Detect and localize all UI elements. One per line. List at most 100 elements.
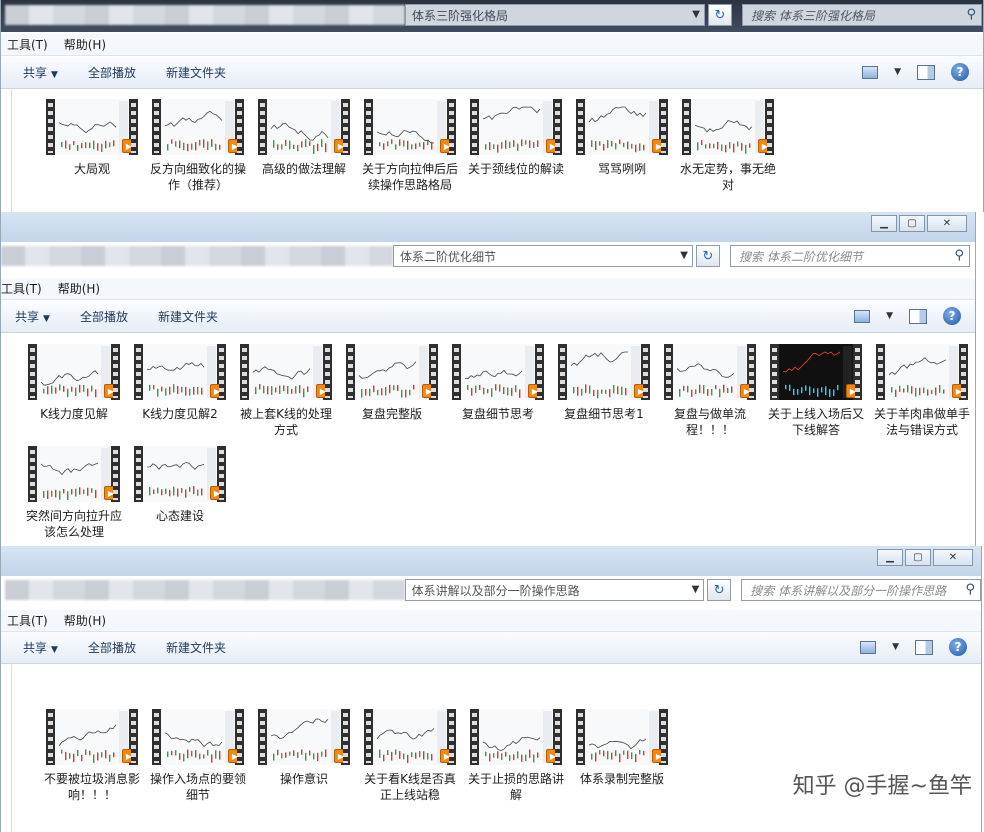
- chart-preview-bar: [387, 141, 389, 147]
- video-file-item[interactable]: ▶ K线力度见解2: [127, 344, 233, 446]
- chart-preview-bar: [725, 144, 727, 153]
- new-folder-button[interactable]: 新建文件夹: [166, 639, 226, 656]
- new-folder-button[interactable]: 新建文件夹: [158, 308, 218, 325]
- preview-pane-icon[interactable]: [909, 308, 927, 324]
- video-file-item[interactable]: ▶ 操作入场点的要领细节: [145, 709, 251, 811]
- video-file-item[interactable]: ▶ 关于羊肉串做单手法与错误方式: [869, 344, 975, 446]
- chart-preview-bar: [373, 385, 375, 393]
- refresh-icon[interactable]: ↻: [708, 4, 732, 26]
- video-file-item[interactable]: ▶ 体系录制完整版: [569, 709, 675, 811]
- change-view-icon[interactable]: [854, 309, 871, 323]
- menu-help[interactable]: 帮助(H): [58, 280, 100, 297]
- address-bar[interactable]: 体系二阶优化细节 ▼: [393, 245, 693, 267]
- menu-tools[interactable]: 工具(T): [7, 36, 48, 53]
- video-file-item[interactable]: ▶ 关于颈线位的解读: [463, 99, 569, 201]
- maximize-icon[interactable]: ▢: [905, 549, 931, 566]
- video-file-item[interactable]: ▶ 反方向细致化的操作（推荐）: [145, 99, 251, 201]
- minimize-icon[interactable]: ▁: [871, 215, 897, 232]
- video-file-item[interactable]: ▶ 被上套K线的处理方式: [233, 344, 339, 446]
- share-button[interactable]: 共享 ▼: [23, 64, 58, 81]
- chart-preview-bar: [47, 386, 49, 395]
- play-all-button[interactable]: 全部播放: [88, 64, 136, 81]
- video-file-item[interactable]: ▶ 复盘完整版: [339, 344, 445, 446]
- video-file-item[interactable]: ▶ K线力度见解: [21, 344, 127, 446]
- chart-preview-line: [146, 462, 205, 470]
- video-file-item[interactable]: ▶ 不要被垃圾消息影响！！！: [39, 709, 145, 811]
- menu-tools[interactable]: 工具(T): [7, 612, 48, 629]
- chevron-down-icon[interactable]: ▼: [692, 584, 700, 595]
- title-bar: 体系三阶强化格局 ▼ ↻ 搜索 体系三阶强化格局 ⚲: [1, 0, 983, 32]
- chart-preview-bar: [635, 753, 637, 763]
- video-file-item[interactable]: ▶ 心态建设: [127, 446, 233, 546]
- chart-preview-bar: [733, 143, 735, 153]
- video-file-item[interactable]: ▶ 关于看K线是否真正上线站稳: [357, 709, 463, 811]
- chevron-down-icon[interactable]: ▼: [680, 250, 688, 261]
- video-file-item[interactable]: ▶ 关于方向拉伸后后续操作思路格局: [357, 99, 463, 201]
- video-thumbnail: ▶: [346, 344, 438, 400]
- video-file-item[interactable]: ▶ 关于上线入场后又下线解答: [763, 344, 869, 446]
- preview-pane-icon[interactable]: [917, 64, 935, 80]
- video-file-item[interactable]: ▶ 复盘与做单流程！！！: [657, 344, 763, 446]
- refresh-icon[interactable]: ↻: [707, 579, 732, 601]
- menu-tools[interactable]: 工具(T): [1, 280, 42, 297]
- address-bar[interactable]: 体系讲解以及部分一阶操作思路 ▼: [404, 579, 705, 601]
- chevron-down-icon[interactable]: ▼: [692, 9, 700, 20]
- chart-preview-bar: [507, 387, 509, 396]
- chart-preview-bar: [181, 487, 183, 493]
- chevron-down-icon[interactable]: ▼: [886, 311, 893, 321]
- play-all-button[interactable]: 全部播放: [88, 639, 136, 656]
- close-icon[interactable]: ✕: [933, 549, 973, 566]
- preview-pane-icon[interactable]: [915, 639, 933, 655]
- file-name: 被上套K线的处理方式: [240, 407, 332, 437]
- share-button[interactable]: 共享 ▼: [23, 639, 58, 656]
- video-file-item[interactable]: ▶ 水无定势，事无绝对: [675, 99, 781, 201]
- play-all-button[interactable]: 全部播放: [80, 308, 128, 325]
- video-file-item[interactable]: ▶ 操作意识: [251, 709, 357, 811]
- change-view-icon[interactable]: [860, 640, 877, 654]
- search-icon[interactable]: ⚲: [954, 248, 964, 263]
- search-icon[interactable]: ⚲: [966, 7, 976, 22]
- close-icon[interactable]: ✕: [927, 215, 967, 232]
- chart-preview-bar: [605, 389, 607, 395]
- play-badge-icon: ▶: [440, 139, 454, 153]
- video-file-item[interactable]: ▶ 关于止损的思路讲解: [463, 709, 569, 811]
- video-file-item[interactable]: ▶ 大局观: [39, 99, 145, 201]
- video-file-item[interactable]: ▶ 复盘细节思考1: [551, 344, 657, 446]
- chart-preview-bar: [201, 387, 203, 395]
- chart-preview: [355, 344, 429, 400]
- chart-preview-bar: [279, 385, 281, 394]
- chart-preview-bar: [65, 751, 67, 761]
- address-bar[interactable]: 体系三阶强化格局 ▼: [405, 4, 705, 26]
- play-badge-icon: ▶: [104, 384, 118, 398]
- chart-preview-bar: [513, 140, 515, 147]
- menu-help[interactable]: 帮助(H): [64, 36, 106, 53]
- video-file-item[interactable]: ▶ 高级的做法理解: [251, 99, 357, 201]
- chart-preview-bar: [687, 385, 689, 393]
- video-file-item[interactable]: ▶ 复盘细节思考: [445, 344, 551, 446]
- share-button[interactable]: 共享 ▼: [15, 308, 50, 325]
- video-file-item[interactable]: ▶ 骂骂咧咧: [569, 99, 675, 201]
- search-input[interactable]: 搜索 体系三阶强化格局 ⚲: [742, 4, 982, 26]
- new-folder-button[interactable]: 新建文件夹: [166, 64, 226, 81]
- maximize-icon[interactable]: ▢: [899, 215, 925, 232]
- chevron-down-icon[interactable]: ▼: [892, 642, 899, 652]
- search-icon[interactable]: ⚲: [965, 582, 975, 597]
- video-file-item[interactable]: ▶ 突然间方向拉升应该怎么处理: [21, 446, 127, 546]
- chart-preview-bar: [75, 488, 77, 497]
- chart-preview-bar: [487, 389, 489, 394]
- chart-preview-line: [58, 121, 117, 134]
- chevron-down-icon[interactable]: ▼: [894, 67, 901, 77]
- search-input[interactable]: 搜索 体系讲解以及部分一阶操作思路 ⚲: [741, 579, 981, 601]
- search-input[interactable]: 搜索 体系二阶优化细节 ⚲: [730, 245, 970, 267]
- minimize-icon[interactable]: ▁: [877, 549, 903, 566]
- refresh-icon[interactable]: ↻: [696, 245, 720, 267]
- chart-preview-bar: [361, 388, 363, 398]
- chart-preview-bar: [281, 753, 283, 759]
- help-icon[interactable]: ?: [949, 638, 967, 656]
- video-thumbnail: ▶: [576, 99, 668, 155]
- help-icon[interactable]: ?: [951, 63, 969, 81]
- file-name: 关于羊肉串做单手法与错误方式: [873, 407, 970, 437]
- change-view-icon[interactable]: [862, 65, 879, 79]
- menu-help[interactable]: 帮助(H): [64, 612, 106, 629]
- help-icon[interactable]: ?: [943, 307, 961, 325]
